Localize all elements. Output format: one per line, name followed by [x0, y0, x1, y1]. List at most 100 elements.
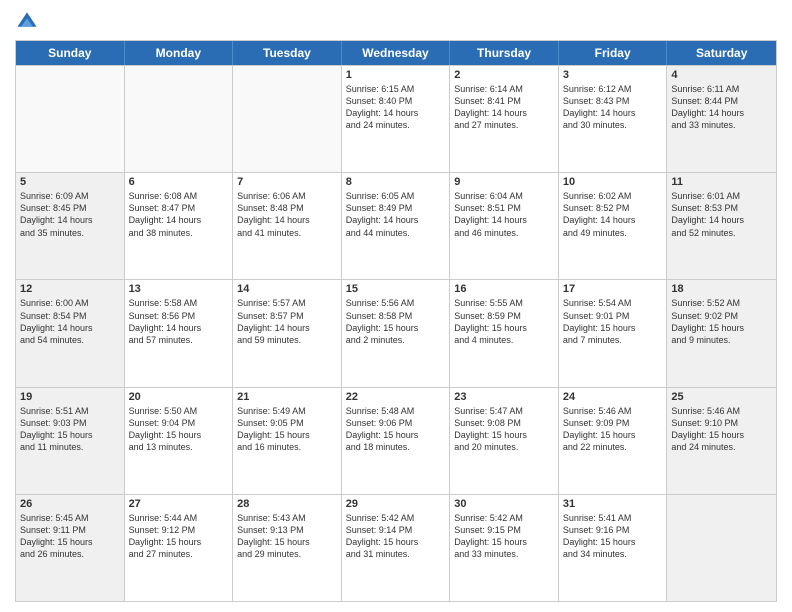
cell-text: Sunrise: 5:57 AM Sunset: 8:57 PM Dayligh…	[237, 297, 337, 346]
calendar-cell-empty	[233, 66, 342, 172]
header-day-wednesday: Wednesday	[342, 41, 451, 65]
day-number: 3	[563, 69, 663, 81]
day-number: 22	[346, 391, 446, 403]
day-number: 4	[671, 69, 772, 81]
calendar-cell-22: 22 Sunrise: 5:48 AM Sunset: 9:06 PM Dayli…	[342, 388, 451, 494]
calendar-cell-13: 13 Sunrise: 5:58 AM Sunset: 8:56 PM Dayli…	[125, 280, 234, 386]
calendar-cell-29: 29 Sunrise: 5:42 AM Sunset: 9:14 PM Dayli…	[342, 495, 451, 601]
cell-text: Sunrise: 6:00 AM Sunset: 8:54 PM Dayligh…	[20, 297, 120, 346]
header-day-monday: Monday	[125, 41, 234, 65]
cell-text: Sunrise: 6:12 AM Sunset: 8:43 PM Dayligh…	[563, 83, 663, 132]
cell-text: Sunrise: 6:08 AM Sunset: 8:47 PM Dayligh…	[129, 190, 229, 239]
calendar-cell-19: 19Sunrise: 5:51 AM Sunset: 9:03 PM Dayli…	[16, 388, 125, 494]
calendar-cell-empty	[16, 66, 125, 172]
day-number: 10	[563, 176, 663, 188]
day-number: 21	[237, 391, 337, 403]
calendar-cell-2: 2 Sunrise: 6:14 AM Sunset: 8:41 PM Daylig…	[450, 66, 559, 172]
cell-text: Sunrise: 5:41 AM Sunset: 9:16 PM Dayligh…	[563, 512, 663, 561]
calendar-cell-21: 21 Sunrise: 5:49 AM Sunset: 9:05 PM Dayli…	[233, 388, 342, 494]
cell-text: Sunrise: 6:09 AM Sunset: 8:45 PM Dayligh…	[20, 190, 120, 239]
cell-text: Sunrise: 5:51 AM Sunset: 9:03 PM Dayligh…	[20, 405, 120, 454]
day-number: 26	[20, 498, 120, 510]
logo	[15, 10, 43, 34]
calendar-row-0: 1Sunrise: 6:15 AM Sunset: 8:40 PM Daylig…	[16, 65, 776, 172]
calendar-cell-27: 27 Sunrise: 5:44 AM Sunset: 9:12 PM Dayli…	[125, 495, 234, 601]
cell-text: Sunrise: 5:42 AM Sunset: 9:15 PM Dayligh…	[454, 512, 554, 561]
day-number: 27	[129, 498, 229, 510]
cell-text: Sunrise: 5:45 AM Sunset: 9:11 PM Dayligh…	[20, 512, 120, 561]
cell-text: Sunrise: 5:55 AM Sunset: 8:59 PM Dayligh…	[454, 297, 554, 346]
calendar-cell-6: 6 Sunrise: 6:08 AM Sunset: 8:47 PM Daylig…	[125, 173, 234, 279]
calendar-body: 1Sunrise: 6:15 AM Sunset: 8:40 PM Daylig…	[16, 65, 776, 601]
calendar-cell-8: 8 Sunrise: 6:05 AM Sunset: 8:49 PM Daylig…	[342, 173, 451, 279]
header-day-thursday: Thursday	[450, 41, 559, 65]
calendar-cell-16: 16 Sunrise: 5:55 AM Sunset: 8:59 PM Dayli…	[450, 280, 559, 386]
day-number: 7	[237, 176, 337, 188]
page: SundayMondayTuesdayWednesdayThursdayFrid…	[0, 0, 792, 612]
calendar-cell-18: 18 Sunrise: 5:52 AM Sunset: 9:02 PM Dayli…	[667, 280, 776, 386]
cell-text: Sunrise: 6:04 AM Sunset: 8:51 PM Dayligh…	[454, 190, 554, 239]
day-number: 29	[346, 498, 446, 510]
day-number: 13	[129, 283, 229, 295]
day-number: 28	[237, 498, 337, 510]
calendar-cell-empty	[667, 495, 776, 601]
day-number: 16	[454, 283, 554, 295]
calendar-cell-1: 1Sunrise: 6:15 AM Sunset: 8:40 PM Daylig…	[342, 66, 451, 172]
day-number: 20	[129, 391, 229, 403]
header-day-saturday: Saturday	[667, 41, 776, 65]
cell-text: Sunrise: 5:58 AM Sunset: 8:56 PM Dayligh…	[129, 297, 229, 346]
day-number: 17	[563, 283, 663, 295]
logo-icon	[15, 10, 39, 34]
day-number: 25	[671, 391, 772, 403]
cell-text: Sunrise: 5:52 AM Sunset: 9:02 PM Dayligh…	[671, 297, 772, 346]
cell-text: Sunrise: 5:49 AM Sunset: 9:05 PM Dayligh…	[237, 405, 337, 454]
cell-text: Sunrise: 5:44 AM Sunset: 9:12 PM Dayligh…	[129, 512, 229, 561]
cell-text: Sunrise: 6:06 AM Sunset: 8:48 PM Dayligh…	[237, 190, 337, 239]
calendar-cell-31: 31 Sunrise: 5:41 AM Sunset: 9:16 PM Dayli…	[559, 495, 668, 601]
cell-text: Sunrise: 5:43 AM Sunset: 9:13 PM Dayligh…	[237, 512, 337, 561]
cell-text: Sunrise: 6:01 AM Sunset: 8:53 PM Dayligh…	[671, 190, 772, 239]
calendar-cell-5: 5 Sunrise: 6:09 AM Sunset: 8:45 PM Daylig…	[16, 173, 125, 279]
cell-text: Sunrise: 5:47 AM Sunset: 9:08 PM Dayligh…	[454, 405, 554, 454]
calendar-row-3: 19Sunrise: 5:51 AM Sunset: 9:03 PM Dayli…	[16, 387, 776, 494]
calendar-cell-7: 7 Sunrise: 6:06 AM Sunset: 8:48 PM Daylig…	[233, 173, 342, 279]
header-day-tuesday: Tuesday	[233, 41, 342, 65]
cell-text: Sunrise: 5:42 AM Sunset: 9:14 PM Dayligh…	[346, 512, 446, 561]
day-number: 18	[671, 283, 772, 295]
calendar-cell-11: 11 Sunrise: 6:01 AM Sunset: 8:53 PM Dayli…	[667, 173, 776, 279]
calendar-row-2: 12 Sunrise: 6:00 AM Sunset: 8:54 PM Dayli…	[16, 279, 776, 386]
day-number: 23	[454, 391, 554, 403]
calendar-cell-26: 26 Sunrise: 5:45 AM Sunset: 9:11 PM Dayli…	[16, 495, 125, 601]
calendar-cell-14: 14 Sunrise: 5:57 AM Sunset: 8:57 PM Dayli…	[233, 280, 342, 386]
cell-text: Sunrise: 6:14 AM Sunset: 8:41 PM Dayligh…	[454, 83, 554, 132]
cell-text: Sunrise: 6:05 AM Sunset: 8:49 PM Dayligh…	[346, 190, 446, 239]
cell-text: Sunrise: 6:02 AM Sunset: 8:52 PM Dayligh…	[563, 190, 663, 239]
header	[15, 10, 777, 34]
calendar-cell-15: 15Sunrise: 5:56 AM Sunset: 8:58 PM Dayli…	[342, 280, 451, 386]
calendar-cell-30: 30Sunrise: 5:42 AM Sunset: 9:15 PM Dayli…	[450, 495, 559, 601]
day-number: 14	[237, 283, 337, 295]
calendar-cell-9: 9Sunrise: 6:04 AM Sunset: 8:51 PM Daylig…	[450, 173, 559, 279]
calendar-cell-25: 25 Sunrise: 5:46 AM Sunset: 9:10 PM Dayli…	[667, 388, 776, 494]
calendar-cell-10: 10 Sunrise: 6:02 AM Sunset: 8:52 PM Dayli…	[559, 173, 668, 279]
calendar-header: SundayMondayTuesdayWednesdayThursdayFrid…	[16, 41, 776, 65]
day-number: 11	[671, 176, 772, 188]
cell-text: Sunrise: 5:50 AM Sunset: 9:04 PM Dayligh…	[129, 405, 229, 454]
day-number: 6	[129, 176, 229, 188]
header-day-friday: Friday	[559, 41, 668, 65]
calendar-cell-17: 17 Sunrise: 5:54 AM Sunset: 9:01 PM Dayli…	[559, 280, 668, 386]
day-number: 31	[563, 498, 663, 510]
day-number: 8	[346, 176, 446, 188]
cell-text: Sunrise: 5:48 AM Sunset: 9:06 PM Dayligh…	[346, 405, 446, 454]
day-number: 2	[454, 69, 554, 81]
cell-text: Sunrise: 5:46 AM Sunset: 9:10 PM Dayligh…	[671, 405, 772, 454]
calendar-cell-24: 24Sunrise: 5:46 AM Sunset: 9:09 PM Dayli…	[559, 388, 668, 494]
day-number: 5	[20, 176, 120, 188]
calendar-row-1: 5 Sunrise: 6:09 AM Sunset: 8:45 PM Daylig…	[16, 172, 776, 279]
calendar: SundayMondayTuesdayWednesdayThursdayFrid…	[15, 40, 777, 602]
calendar-cell-4: 4Sunrise: 6:11 AM Sunset: 8:44 PM Daylig…	[667, 66, 776, 172]
day-number: 15	[346, 283, 446, 295]
calendar-cell-3: 3 Sunrise: 6:12 AM Sunset: 8:43 PM Daylig…	[559, 66, 668, 172]
cell-text: Sunrise: 5:54 AM Sunset: 9:01 PM Dayligh…	[563, 297, 663, 346]
day-number: 12	[20, 283, 120, 295]
